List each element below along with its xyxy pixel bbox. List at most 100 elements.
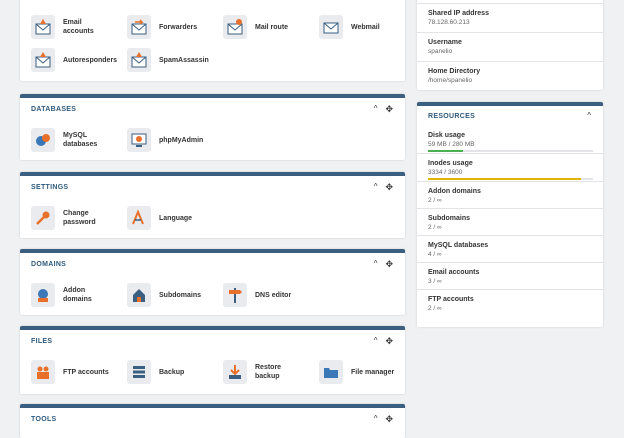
subdomains-icon <box>127 283 151 307</box>
addon-domains-item[interactable]: Addon domains <box>31 283 103 307</box>
move-handle-icon[interactable]: ✥ <box>385 336 393 346</box>
ftp-accounts-limit-value: 2 / ∞ <box>428 305 442 312</box>
addon-domains-row: Addon domains 2 / ∞ <box>417 182 603 209</box>
databases-panel: DATABASES ^ ✥ MySQL databases phpMyAdmin <box>20 94 405 160</box>
email-accounts-limit-value: 3 / ∞ <box>428 278 442 285</box>
webmail-icon <box>319 15 343 39</box>
resources-header: RESOURCES ^ <box>417 106 603 126</box>
mysql-databases-label: MySQL databases <box>63 132 98 148</box>
mysql-databases-limit-label: MySQL databases <box>428 242 489 249</box>
subdomains-label: Subdomains <box>159 291 202 299</box>
home-directory-value: /home/spanelio <box>428 77 473 84</box>
resources-panel: RESOURCES ^ Disk usage 59 MB / 280 MB In… <box>417 102 603 327</box>
settings-panel: SETTINGS ^ ✥ Change password Language <box>20 172 405 238</box>
autoresponders-item[interactable]: Autoresponders <box>31 48 118 72</box>
collapse-chevron-icon[interactable]: ^ <box>374 105 378 113</box>
forwarders-icon <box>127 15 151 39</box>
mail-route-label: Mail route <box>255 23 289 31</box>
inodes-usage-bar <box>428 178 593 180</box>
folder-icon <box>319 360 343 384</box>
move-handle-icon[interactable]: ✥ <box>385 182 393 192</box>
shared-ip-label: Shared IP address <box>428 10 489 17</box>
autoresponders-icon <box>31 48 55 72</box>
forwarders-item[interactable]: Forwarders <box>127 15 197 39</box>
subdomains-limit-value: 2 / ∞ <box>428 224 442 231</box>
autoresponders-label: Autoresponders <box>63 56 118 64</box>
domains-header: DOMAINS ^ ✥ <box>20 253 405 275</box>
ftp-accounts-row: FTP accounts 2 / ∞ <box>417 290 603 317</box>
subdomains-row: Subdomains 2 / ∞ <box>417 209 603 236</box>
move-handle-icon[interactable]: ✥ <box>385 414 393 424</box>
disk-usage-value: 59 MB / 280 MB <box>428 141 475 148</box>
email-accounts-row: Email accounts 3 / ∞ <box>417 263 603 290</box>
subdomains-limit-label: Subdomains <box>428 215 471 222</box>
collapse-chevron-icon[interactable]: ^ <box>374 415 378 423</box>
dns-editor-item[interactable]: DNS editor <box>223 283 291 307</box>
email-accounts-icon <box>31 15 55 39</box>
settings-title: SETTINGS <box>31 183 69 191</box>
file-manager-label: File manager <box>351 368 395 376</box>
addon-domains-limit-value: 2 / ∞ <box>428 197 442 204</box>
mysql-icon <box>31 128 55 152</box>
language-icon <box>127 206 151 230</box>
phpmyadmin-item[interactable]: phpMyAdmin <box>127 128 204 152</box>
move-handle-icon[interactable]: ✥ <box>385 104 393 114</box>
key-icon <box>31 206 55 230</box>
language-item[interactable]: Language <box>127 206 192 230</box>
spamassassin-icon <box>127 48 151 72</box>
restore-backup-label: Restore backup <box>255 364 282 380</box>
home-directory-label: Home Directory <box>428 68 481 75</box>
phpmyadmin-icon <box>127 128 151 152</box>
disk-usage-bar <box>428 150 593 152</box>
collapse-chevron-icon[interactable]: ^ <box>374 337 378 345</box>
email-accounts-item[interactable]: Email accounts <box>31 15 103 39</box>
disk-usage-fill <box>428 150 463 152</box>
username-row: Username spanelio <box>417 33 603 62</box>
backup-icon <box>127 360 151 384</box>
mysql-databases-item[interactable]: MySQL databases <box>31 128 103 152</box>
home-directory-row: Home Directory /home/spanelio <box>417 62 603 90</box>
inodes-usage-label: Inodes usage <box>428 160 473 167</box>
spamassassin-item[interactable]: SpamAssassin <box>127 48 209 72</box>
webmail-label: Webmail <box>351 23 380 31</box>
ftp-accounts-limit-label: FTP accounts <box>428 296 474 303</box>
ftp-accounts-label: FTP accounts <box>63 368 109 376</box>
ftp-accounts-item[interactable]: FTP accounts <box>31 360 109 384</box>
email-accounts-limit-label: Email accounts <box>428 269 480 276</box>
files-title: FILES <box>31 337 53 345</box>
disk-usage-row: Disk usage 59 MB / 280 MB <box>417 126 603 154</box>
collapse-chevron-icon[interactable]: ^ <box>587 112 591 120</box>
phpmyadmin-label: phpMyAdmin <box>159 136 204 144</box>
mail-route-item[interactable]: Mail route <box>223 15 288 39</box>
move-handle-icon[interactable]: ✥ <box>385 259 393 269</box>
resources-title: RESOURCES <box>428 112 476 120</box>
shared-ip-value: 78.128.60.213 <box>428 19 470 26</box>
collapse-chevron-icon[interactable]: ^ <box>374 183 378 191</box>
restore-icon <box>223 360 247 384</box>
restore-backup-item[interactable]: Restore backup <box>223 360 295 384</box>
domains-panel: DOMAINS ^ ✥ Addon domains Subdomains DNS … <box>20 249 405 315</box>
tools-title: TOOLS <box>31 415 57 423</box>
webmail-item[interactable]: Webmail <box>319 15 380 39</box>
domains-title: DOMAINS <box>31 260 67 268</box>
dns-editor-label: DNS editor <box>255 291 292 299</box>
language-label: Language <box>159 214 193 222</box>
databases-header: DATABASES ^ ✥ <box>20 98 405 120</box>
backup-label: Backup <box>159 368 185 376</box>
subdomains-item[interactable]: Subdomains <box>127 283 202 307</box>
inodes-usage-value: 3334 / 3600 <box>428 169 463 176</box>
disk-usage-label: Disk usage <box>428 132 465 139</box>
email-accounts-label: Email accounts <box>63 19 94 35</box>
inodes-usage-row: Inodes usage 3334 / 3600 <box>417 154 603 182</box>
collapse-chevron-icon[interactable]: ^ <box>374 260 378 268</box>
settings-header: SETTINGS ^ ✥ <box>20 176 405 198</box>
account-info-panel: Shared IP address 78.128.60.213 Username… <box>417 0 603 90</box>
forwarders-label: Forwarders <box>159 23 198 31</box>
mysql-databases-limit-value: 4 / ∞ <box>428 251 442 258</box>
mysql-databases-row: MySQL databases 4 / ∞ <box>417 236 603 263</box>
backup-item[interactable]: Backup <box>127 360 184 384</box>
file-manager-item[interactable]: File manager <box>319 360 394 384</box>
change-password-label: Change password <box>63 210 96 226</box>
databases-title: DATABASES <box>31 105 77 113</box>
change-password-item[interactable]: Change password <box>31 206 103 230</box>
